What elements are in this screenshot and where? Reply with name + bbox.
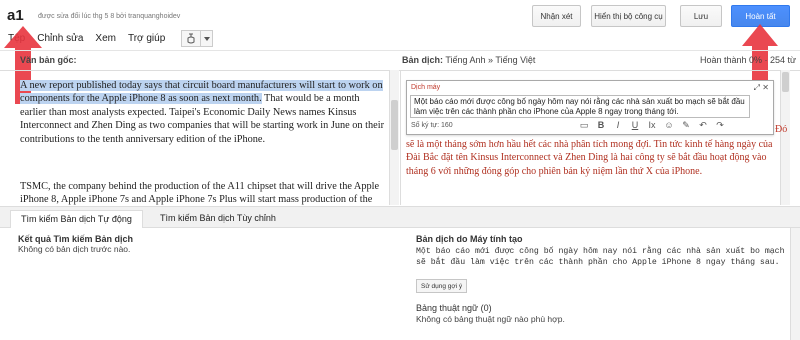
machine-translation-title: Dịch máy xyxy=(411,84,441,91)
use-suggestion-button[interactable]: Sử dụng gợi ý xyxy=(416,279,468,293)
machine-translation-result-title: Bản dịch do Máy tính tạo xyxy=(416,234,523,244)
close-icon[interactable]: ✕ xyxy=(762,83,769,92)
source-scrollbar-thumb[interactable] xyxy=(391,100,398,150)
redo-icon[interactable]: ↷ xyxy=(714,120,726,131)
header: a1 được sửa đổi lúc thg 5 8 bởi tranquan… xyxy=(0,0,800,50)
undo-icon[interactable]: ↶ xyxy=(697,120,709,131)
comment-icon[interactable]: ▭ xyxy=(578,120,590,131)
translation-scrollbar-thumb[interactable] xyxy=(782,72,789,92)
translation-language-pair: Tiếng Anh » Tiếng Việt xyxy=(445,55,536,65)
translation-label: Bản dịch: Tiếng Anh » Tiếng Việt xyxy=(402,55,535,65)
comment-button[interactable]: Nhận xét xyxy=(532,5,581,27)
document-title: a1 xyxy=(7,7,24,24)
source-label: Văn bản gốc: xyxy=(20,55,77,65)
source-paragraph-2: TSMC, the company behind the production … xyxy=(20,181,380,205)
source-scrollbar[interactable] xyxy=(389,70,399,205)
editor-toolbar: ▭ B I U Ix ☺ ✎ ↶ ↷ xyxy=(578,120,726,131)
bottom-tabs: Tìm kiếm Bản dịch Tự động Tìm kiếm Bản d… xyxy=(0,206,800,229)
menu-edit[interactable]: Chỉnh sửa xyxy=(37,33,83,44)
input-tools-icon xyxy=(187,33,195,43)
tab-custom-search[interactable]: Tìm kiếm Bản dịch Tùy chỉnh xyxy=(150,210,286,229)
translation-text[interactable]: sẽ là một tháng sớm hơn hầu hết các nhà … xyxy=(406,138,782,178)
glossary-empty: Không có bảng thuật ngữ nào phù hợp. xyxy=(416,314,565,324)
editor-window-controls: ⤢ ✕ xyxy=(754,83,769,93)
tm-results-title: Kết quả Tìm kiếm Bản dịch xyxy=(18,234,134,244)
translation-input[interactable] xyxy=(410,95,750,118)
save-button[interactable]: Lưu xyxy=(680,5,722,27)
bottom-scrollbar[interactable] xyxy=(790,228,800,340)
menu-help[interactable]: Trợ giúp xyxy=(128,33,165,44)
translation-label-prefix: Bản dịch: xyxy=(402,55,444,65)
pin-icon[interactable]: ⤢ xyxy=(754,83,760,92)
machine-translation-editor: Dịch máy ⤢ ✕ Số ký tự: 160 ▭ B I U Ix ☺ … xyxy=(406,80,774,135)
tab-automatic-search[interactable]: Tìm kiếm Bản dịch Tự động xyxy=(10,210,143,229)
source-text-panel: A new report published today says that c… xyxy=(0,70,400,205)
character-count: Số ký tự: 160 xyxy=(411,122,453,129)
clear-format-icon[interactable]: Ix xyxy=(646,120,658,131)
italic-icon[interactable]: I xyxy=(612,120,624,131)
search-results-panel: Kết quả Tìm kiếm Bản dịch Không có bản d… xyxy=(0,228,800,340)
show-toolkit-button[interactable]: Hiển thị bộ công cụ xyxy=(591,5,666,27)
input-tools-button[interactable] xyxy=(181,30,202,47)
glossary-title: Bảng thuật ngữ (0) xyxy=(416,303,492,313)
highlight-icon[interactable]: ✎ xyxy=(680,120,692,131)
emoji-icon[interactable]: ☺ xyxy=(663,120,675,131)
tm-results-empty: Không có bản dịch trước nào. xyxy=(18,244,131,254)
machine-translation-result: Một báo cáo mới được công bố ngày hôm na… xyxy=(416,247,785,267)
chevron-down-icon xyxy=(203,36,210,41)
translation-segment-start: Đó xyxy=(775,124,788,135)
document-subtitle: được sửa đổi lúc thg 5 8 bởi tranquangho… xyxy=(38,13,181,20)
underline-icon[interactable]: U xyxy=(629,120,641,131)
input-tools-dropdown[interactable] xyxy=(201,30,214,47)
header-divider xyxy=(0,50,800,51)
translation-progress: Hoàn thành 0% · 254 từ xyxy=(700,55,797,65)
source-text: A new report published today says that c… xyxy=(20,79,385,205)
menu-view[interactable]: Xem xyxy=(95,33,116,44)
bold-icon[interactable]: B xyxy=(595,120,607,131)
